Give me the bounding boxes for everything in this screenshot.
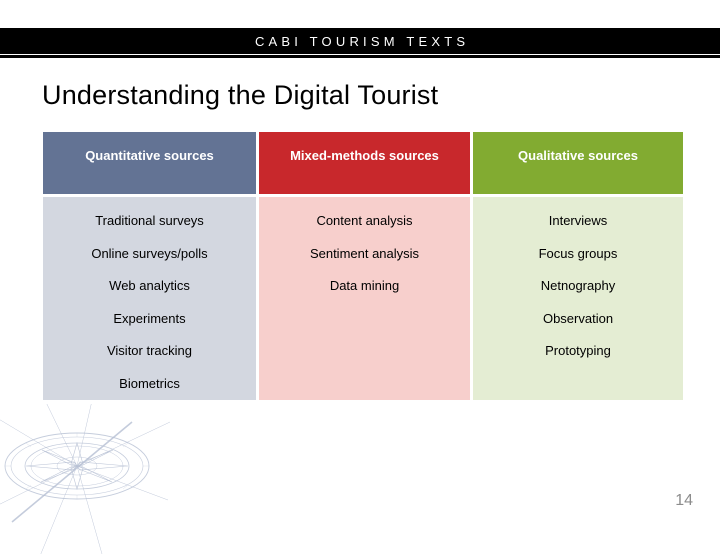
top-banner: CABI TOURISM TEXTS xyxy=(0,28,720,54)
list-item: Biometrics xyxy=(119,375,180,391)
list-item: Netnography xyxy=(540,278,616,293)
banner-title: CABI TOURISM TEXTS xyxy=(254,33,470,49)
table-column-quantitative: Traditional surveys Online surveys/polls… xyxy=(43,197,256,400)
list-item: Online surveys/polls xyxy=(91,245,208,261)
list-item-empty xyxy=(259,335,470,368)
column-header-mixed-methods: Mixed-methods sources xyxy=(259,132,470,194)
page-title: Understanding the Digital Tourist xyxy=(42,80,439,110)
list-item: Experiments xyxy=(113,310,186,326)
column-header-qualitative: Qualitative sources xyxy=(473,132,683,194)
list-item-empty xyxy=(473,368,683,401)
list-item-empty xyxy=(259,368,470,401)
list-item: Visitor tracking xyxy=(106,343,192,358)
list-item: Data mining xyxy=(329,278,400,293)
table-header-row: Quantitative sources Mixed-methods sourc… xyxy=(43,132,683,194)
list-item: Prototyping xyxy=(545,343,611,358)
table-body: Traditional surveys Online surveys/polls… xyxy=(43,197,683,400)
list-item: Interviews xyxy=(548,213,608,228)
banner-divider-rule xyxy=(0,55,720,58)
table-column-mixed-methods: Content analysis Sentiment analysis Data… xyxy=(259,197,470,400)
list-item-empty xyxy=(259,303,470,336)
table-column-qualitative: Interviews Focus groups Netnography Obse… xyxy=(473,197,683,400)
list-item: Content analysis xyxy=(316,213,413,228)
list-item: Traditional surveys xyxy=(95,213,204,228)
column-header-quantitative: Quantitative sources xyxy=(43,132,256,194)
compass-rose-icon xyxy=(0,404,171,554)
list-item: Focus groups xyxy=(538,245,618,261)
list-item: Web analytics xyxy=(109,278,190,293)
sources-table: Quantitative sources Mixed-methods sourc… xyxy=(43,132,683,400)
list-item: Sentiment analysis xyxy=(309,245,420,261)
list-item: Observation xyxy=(542,310,614,326)
page-number: 14 xyxy=(675,492,693,509)
